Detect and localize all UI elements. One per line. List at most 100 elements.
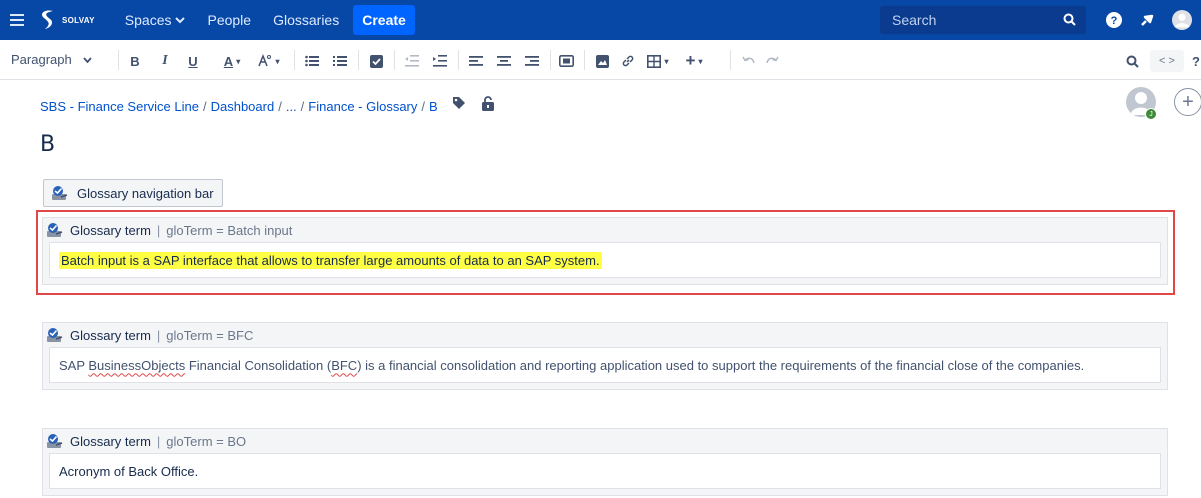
label-tag-icon[interactable] xyxy=(452,96,466,110)
help-button[interactable]: ? xyxy=(1192,52,1201,70)
menu-icon[interactable] xyxy=(0,0,34,40)
macro-label: Glossary navigation bar xyxy=(77,185,214,201)
text-color-label: A xyxy=(223,53,234,69)
term-definition: Acronym of Back Office. xyxy=(59,463,199,479)
insert-link-button[interactable] xyxy=(620,52,636,70)
term-parameter: gloTerm = BFC xyxy=(166,327,254,343)
top-navigation-bar: SOLVAY Spaces People Glossaries Create ? xyxy=(0,0,1201,40)
toolbar-divider xyxy=(458,50,459,70)
glossary-term-macro[interactable]: Glossary term | gloTerm = Batch input Ba… xyxy=(42,217,1168,285)
bullet-list-button[interactable] xyxy=(304,52,320,70)
term-definition: Batch input is a SAP interface that allo… xyxy=(59,251,602,269)
macro-plugin-icon xyxy=(52,186,68,200)
table-icon xyxy=(647,54,662,68)
breadcrumb-item-current[interactable]: B xyxy=(429,99,438,114)
align-center-button[interactable] xyxy=(496,52,512,70)
align-center-icon xyxy=(497,56,511,66)
term-body[interactable]: Batch input is a SAP interface that allo… xyxy=(49,242,1161,278)
task-list-button[interactable] xyxy=(368,52,384,70)
spellcheck-word: BusinessObjects xyxy=(88,357,186,373)
numbered-list-button[interactable] xyxy=(332,52,348,70)
term-body[interactable]: Acronym of Back Office. xyxy=(49,453,1161,489)
spellcheck-word: BFC xyxy=(331,357,358,373)
outdent-icon xyxy=(405,55,419,67)
chevron-down-icon: ▾ xyxy=(236,56,241,66)
breadcrumb-item-space[interactable]: SBS - Finance Service Line xyxy=(40,99,199,114)
term-separator: | xyxy=(156,327,161,343)
page-meta-icons xyxy=(452,96,494,111)
macro-plugin-icon xyxy=(47,328,63,342)
code-icon: < > xyxy=(1159,55,1175,67)
align-right-button[interactable] xyxy=(524,52,540,70)
term-header: Glossary term | gloTerm = BFC xyxy=(43,323,1167,347)
insert-image-button[interactable] xyxy=(594,52,610,70)
chevron-down-icon xyxy=(83,56,92,63)
plus-icon: + xyxy=(685,51,696,70)
breadcrumb-separator: / xyxy=(202,99,207,114)
term-header: Glossary term | gloTerm = Batch input xyxy=(43,218,1167,242)
status-badge: J xyxy=(1145,108,1157,120)
term-separator: | xyxy=(156,222,161,238)
glossary-navigation-bar-macro[interactable]: Glossary navigation bar xyxy=(43,179,223,207)
macro-plugin-icon xyxy=(47,434,63,448)
insert-table-button[interactable]: ▾ xyxy=(644,52,672,70)
numbered-list-icon xyxy=(333,56,347,66)
term-text: ) is a financial consolidation and repor… xyxy=(357,357,1085,373)
help-icon[interactable]: ? xyxy=(1104,10,1124,30)
indent-icon xyxy=(433,55,447,67)
paragraph-format-select[interactable]: Paragraph xyxy=(11,52,92,67)
italic-button[interactable]: I xyxy=(158,52,172,70)
breadcrumb-item-ellipsis[interactable]: ... xyxy=(286,99,297,114)
undo-button[interactable] xyxy=(740,52,756,70)
add-collaborator-button[interactable]: + xyxy=(1174,88,1201,116)
toolbar-divider xyxy=(358,50,359,70)
insert-more-button[interactable]: + ▾ xyxy=(680,51,708,70)
indent-button[interactable] xyxy=(432,52,448,70)
breadcrumb-item-glossary[interactable]: Finance - Glossary xyxy=(308,99,417,114)
text-style-button[interactable]: ▾ xyxy=(256,52,282,70)
underline-button[interactable]: U xyxy=(186,52,200,70)
term-definition: SAP BusinessObjects Financial Consolidat… xyxy=(59,358,1084,373)
solvay-logo-icon xyxy=(42,10,53,29)
term-parameter: gloTerm = BO xyxy=(166,433,247,449)
create-button[interactable]: Create xyxy=(353,5,415,35)
chevron-down-icon: ▾ xyxy=(698,56,703,66)
term-text: SAP xyxy=(59,357,89,373)
notification-icon[interactable] xyxy=(1137,10,1157,30)
search-box[interactable] xyxy=(880,6,1086,34)
redo-button[interactable] xyxy=(764,52,780,70)
align-left-icon xyxy=(469,56,483,66)
glossary-term-macro[interactable]: Glossary term | gloTerm = BO Acronym of … xyxy=(42,428,1168,496)
toolbar-divider xyxy=(394,50,395,70)
term-body[interactable]: SAP BusinessObjects Financial Consolidat… xyxy=(49,347,1161,383)
unlock-icon[interactable] xyxy=(482,96,494,111)
search-input[interactable] xyxy=(892,12,1052,28)
source-editor-button[interactable]: < > xyxy=(1150,50,1184,72)
term-parameter: gloTerm = Batch input xyxy=(166,222,293,238)
user-avatar-icon[interactable] xyxy=(1172,10,1192,30)
toolbar-divider xyxy=(118,50,119,70)
breadcrumb-separator: / xyxy=(278,99,282,114)
breadcrumb-separator: / xyxy=(300,99,305,114)
nav-glossaries[interactable]: Glossaries xyxy=(273,12,339,28)
bullet-list-icon xyxy=(305,55,319,67)
solvay-logo[interactable]: SOLVAY xyxy=(36,0,95,40)
breadcrumb: SBS - Finance Service Line / Dashboard /… xyxy=(40,99,438,114)
term-header: Glossary term | gloTerm = BO xyxy=(43,429,1167,453)
text-color-button[interactable]: A ▾ xyxy=(218,52,246,70)
align-left-button[interactable] xyxy=(468,52,484,70)
glossary-term-macro[interactable]: Glossary term | gloTerm = BFC SAP Busine… xyxy=(42,322,1168,390)
nav-spaces[interactable]: Spaces xyxy=(125,12,186,28)
breadcrumb-item-dashboard[interactable]: Dashboard xyxy=(211,99,275,114)
find-replace-button[interactable] xyxy=(1124,52,1140,70)
outdent-button[interactable] xyxy=(404,52,420,70)
undo-icon xyxy=(741,56,755,64)
page-layout-button[interactable] xyxy=(558,52,574,70)
page-title[interactable]: B xyxy=(40,132,55,157)
search-icon xyxy=(1063,13,1076,26)
term-text: Financial Consolidation ( xyxy=(185,357,332,373)
toolbar-divider xyxy=(730,50,731,70)
bold-button[interactable]: B xyxy=(128,52,142,70)
nav-people[interactable]: People xyxy=(207,12,251,28)
term-separator: | xyxy=(156,433,161,449)
